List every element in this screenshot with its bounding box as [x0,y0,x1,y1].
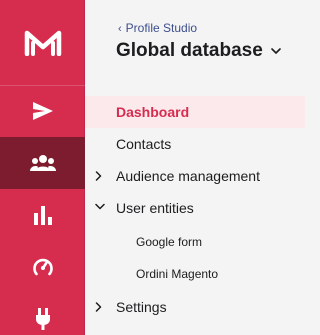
plug-icon [34,307,52,331]
nav-subitem-google-form[interactable]: Google form [85,226,305,258]
rail-item-contacts[interactable] [0,137,85,189]
nav-subitem-label: Google form [136,235,203,249]
chevron-right-icon [95,302,102,312]
nav-item-audience-management[interactable]: Audience management [85,160,305,192]
gauge-icon [32,256,54,278]
chevron-left-icon: ‹ [118,23,122,35]
nav-item-label: Contacts [116,136,172,152]
chevron-down-icon [270,47,281,55]
icon-rail [0,0,85,335]
rail-item-performance[interactable] [0,241,85,293]
nav-item-dashboard[interactable]: Dashboard [85,96,305,128]
rail-item-integrations[interactable] [0,293,85,335]
back-link-label: Profile Studio [125,21,198,35]
back-to-profile-studio-link[interactable]: ‹ Profile Studio [118,21,197,35]
nav-item-label: User entities [116,200,194,216]
nav-subitem-label: Ordini Magento [136,267,219,281]
chevron-down-icon [95,203,105,210]
page-title: Global database [116,40,263,61]
nav-item-label: Audience management [116,168,260,184]
send-icon [32,101,54,121]
nav-item-label: Dashboard [116,104,190,120]
rail-item-analytics[interactable] [0,189,85,241]
bar-chart-icon [33,204,53,226]
nav-subitem-ordini-magento[interactable]: Ordini Magento [85,258,305,290]
m-logo-icon[interactable] [0,0,85,85]
contacts-icon [29,154,56,172]
rail-item-campaigns[interactable] [0,85,85,137]
navigation-panel: ‹ Profile Studio Global database Dashboar… [85,0,305,335]
chevron-right-icon [95,171,102,181]
nav-item-label: Settings [116,299,167,315]
nav-item-contacts[interactable]: Contacts [85,128,305,160]
database-selector[interactable]: Global database [116,40,302,62]
nav-item-settings[interactable]: Settings [85,291,305,323]
nav-item-user-entities[interactable]: User entities [85,192,305,224]
